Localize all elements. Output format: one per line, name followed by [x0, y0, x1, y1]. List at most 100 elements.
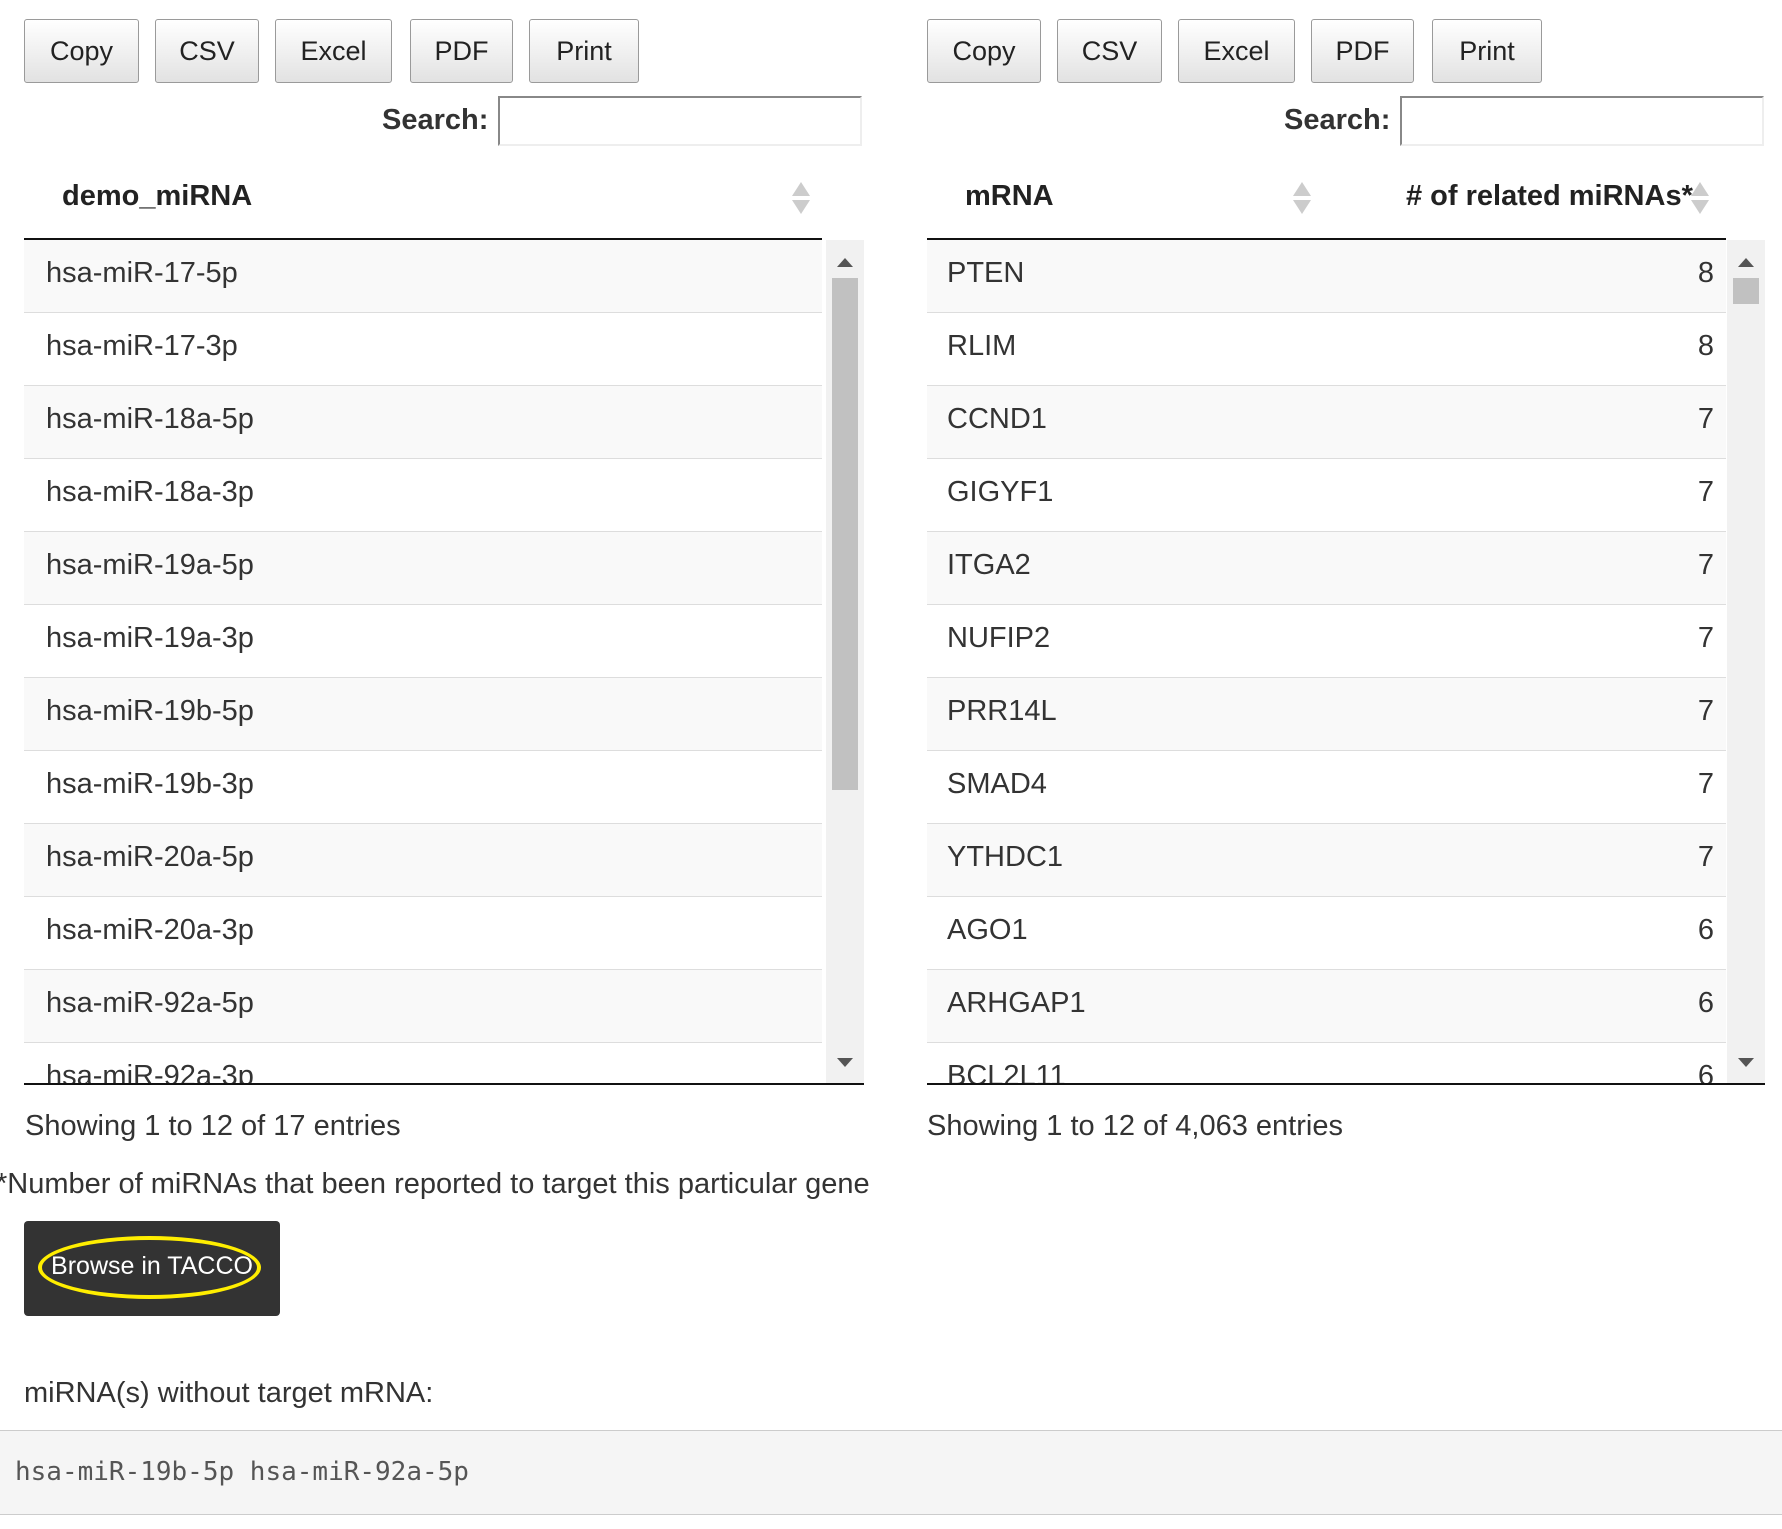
left-table-header: demo_miRNA: [24, 160, 822, 240]
sort-icon[interactable]: [792, 182, 810, 216]
right-excel-button[interactable]: Excel: [1178, 19, 1295, 83]
mirna-cell: hsa-miR-92a-5p: [46, 987, 254, 1019]
table-row[interactable]: YTHDC1 7: [927, 824, 1726, 897]
mrna-cell: NUFIP2: [947, 622, 1051, 654]
header-mrna[interactable]: mRNA: [965, 180, 1054, 213]
no-target-list: hsa-miR-19b-5p hsa-miR-92a-5p: [15, 1457, 469, 1487]
browse-in-tacco-label: Browse in TACCO: [51, 1252, 253, 1280]
browse-in-tacco-button[interactable]: Browse in TACCO: [24, 1221, 280, 1316]
right-table-header: mRNA # of related miRNAs*: [927, 160, 1726, 240]
table-row[interactable]: SMAD4 7: [927, 751, 1726, 824]
right-pdf-button[interactable]: PDF: [1311, 19, 1414, 83]
scroll-down-icon[interactable]: [837, 1058, 853, 1067]
related-mirna-count-cell: 6: [1697, 1060, 1714, 1085]
scroll-down-icon[interactable]: [1738, 1058, 1754, 1067]
table-row[interactable]: CCND1 7: [927, 386, 1726, 459]
left-search-label: Search:: [382, 104, 489, 136]
scroll-up-icon[interactable]: [1738, 258, 1754, 267]
mirna-cell: hsa-miR-19b-5p: [46, 695, 254, 727]
left-pdf-button[interactable]: PDF: [410, 19, 513, 83]
mrna-cell: ITGA2: [947, 549, 1031, 581]
table-row[interactable]: hsa-miR-17-5p: [24, 240, 822, 313]
left-table-body: hsa-miR-17-5p hsa-miR-17-3p hsa-miR-18a-5p…: [24, 240, 864, 1085]
mrna-cell: BCL2L11: [947, 1060, 1066, 1085]
mrna-cell: ARHGAP1: [947, 987, 1086, 1019]
related-mirna-count-cell: 7: [1697, 695, 1714, 727]
mirna-cell: hsa-miR-92a-3p: [46, 1060, 254, 1085]
mirna-cell: hsa-miR-19a-3p: [46, 622, 254, 654]
table-row[interactable]: hsa-miR-18a-3p: [24, 459, 822, 532]
scrollbar-thumb[interactable]: [1733, 278, 1759, 304]
right-scrollbar[interactable]: [1727, 240, 1765, 1083]
right-search-input[interactable]: [1400, 96, 1764, 146]
table-row[interactable]: GIGYF1 7: [927, 459, 1726, 532]
left-scrollbar[interactable]: [826, 240, 864, 1083]
related-mirna-count-cell: 8: [1697, 257, 1714, 289]
table-row[interactable]: hsa-miR-19b-3p: [24, 751, 822, 824]
related-mirna-count-cell: 7: [1697, 622, 1714, 654]
mrna-cell: YTHDC1: [947, 841, 1064, 873]
table-row[interactable]: hsa-miR-20a-3p: [24, 897, 822, 970]
right-csv-button[interactable]: CSV: [1057, 19, 1162, 83]
table-row[interactable]: hsa-miR-17-3p: [24, 313, 822, 386]
mirna-cell: hsa-miR-20a-5p: [46, 841, 254, 873]
table-row[interactable]: PTEN 8: [927, 240, 1726, 313]
related-mirna-count-cell: 8: [1697, 330, 1714, 362]
table-row[interactable]: hsa-miR-19a-3p: [24, 605, 822, 678]
mirna-cell: hsa-miR-19a-5p: [46, 549, 254, 581]
table-row[interactable]: RLIM 8: [927, 313, 1726, 386]
mirna-cell: hsa-miR-17-5p: [46, 257, 238, 289]
right-table-info: Showing 1 to 12 of 4,063 entries: [927, 1110, 1343, 1142]
related-mirna-count-cell: 7: [1697, 768, 1714, 800]
table-row[interactable]: BCL2L11 6: [927, 1043, 1726, 1085]
mirna-cell: hsa-miR-17-3p: [46, 330, 238, 362]
mrna-cell: CCND1: [947, 403, 1047, 435]
table-row[interactable]: hsa-miR-18a-5p: [24, 386, 822, 459]
left-print-button[interactable]: Print: [529, 19, 639, 83]
right-print-button[interactable]: Print: [1432, 19, 1542, 83]
mrna-cell: PTEN: [947, 257, 1025, 289]
right-table-body: PTEN 8 RLIM 8 CCND1 7 GIGYF1 7 ITGA2 7 NUFIP2 7 PRR1…: [927, 240, 1765, 1085]
sort-icon[interactable]: [1691, 182, 1709, 216]
table-row[interactable]: hsa-miR-20a-5p: [24, 824, 822, 897]
footnote: *Number of miRNAs that been reported to …: [0, 1168, 870, 1200]
mirna-cell: hsa-miR-18a-5p: [46, 403, 254, 435]
left-excel-button[interactable]: Excel: [275, 19, 392, 83]
mirna-cell: hsa-miR-20a-3p: [46, 914, 254, 946]
right-copy-button[interactable]: Copy: [927, 19, 1041, 83]
table-row[interactable]: NUFIP2 7: [927, 605, 1726, 678]
related-mirna-count-cell: 7: [1697, 549, 1714, 581]
table-row[interactable]: hsa-miR-19a-5p: [24, 532, 822, 605]
left-table-info: Showing 1 to 12 of 17 entries: [25, 1110, 401, 1142]
mrna-cell: GIGYF1: [947, 476, 1054, 508]
scroll-up-icon[interactable]: [837, 258, 853, 267]
mrna-cell: PRR14L: [947, 695, 1057, 727]
mrna-cell: AGO1: [947, 914, 1028, 946]
related-mirna-count-cell: 7: [1697, 476, 1714, 508]
related-mirna-count-cell: 6: [1697, 914, 1714, 946]
header-demo-mirna[interactable]: demo_miRNA: [62, 180, 252, 213]
left-csv-button[interactable]: CSV: [155, 19, 259, 83]
left-search-input[interactable]: [498, 96, 862, 146]
related-mirna-count-cell: 7: [1697, 403, 1714, 435]
table-row[interactable]: ITGA2 7: [927, 532, 1726, 605]
mirna-cell: hsa-miR-18a-3p: [46, 476, 254, 508]
sort-icon[interactable]: [1293, 182, 1311, 216]
table-row[interactable]: ARHGAP1 6: [927, 970, 1726, 1043]
related-mirna-count-cell: 6: [1697, 987, 1714, 1019]
mrna-cell: RLIM: [947, 330, 1017, 362]
table-row[interactable]: hsa-miR-92a-5p: [24, 970, 822, 1043]
related-mirna-count-cell: 7: [1697, 841, 1714, 873]
no-target-block: hsa-miR-19b-5p hsa-miR-92a-5p: [0, 1430, 1782, 1515]
scrollbar-thumb[interactable]: [832, 278, 858, 790]
table-row[interactable]: hsa-miR-19b-5p: [24, 678, 822, 751]
mrna-cell: SMAD4: [947, 768, 1047, 800]
table-row[interactable]: AGO1 6: [927, 897, 1726, 970]
table-row[interactable]: PRR14L 7: [927, 678, 1726, 751]
right-search-label: Search:: [1284, 104, 1391, 136]
mirna-cell: hsa-miR-19b-3p: [46, 768, 254, 800]
left-copy-button[interactable]: Copy: [24, 19, 139, 83]
header-related-mirnas[interactable]: # of related miRNAs*: [1406, 180, 1693, 213]
table-row[interactable]: hsa-miR-92a-3p: [24, 1043, 822, 1085]
no-target-title: miRNA(s) without target mRNA:: [24, 1377, 434, 1409]
